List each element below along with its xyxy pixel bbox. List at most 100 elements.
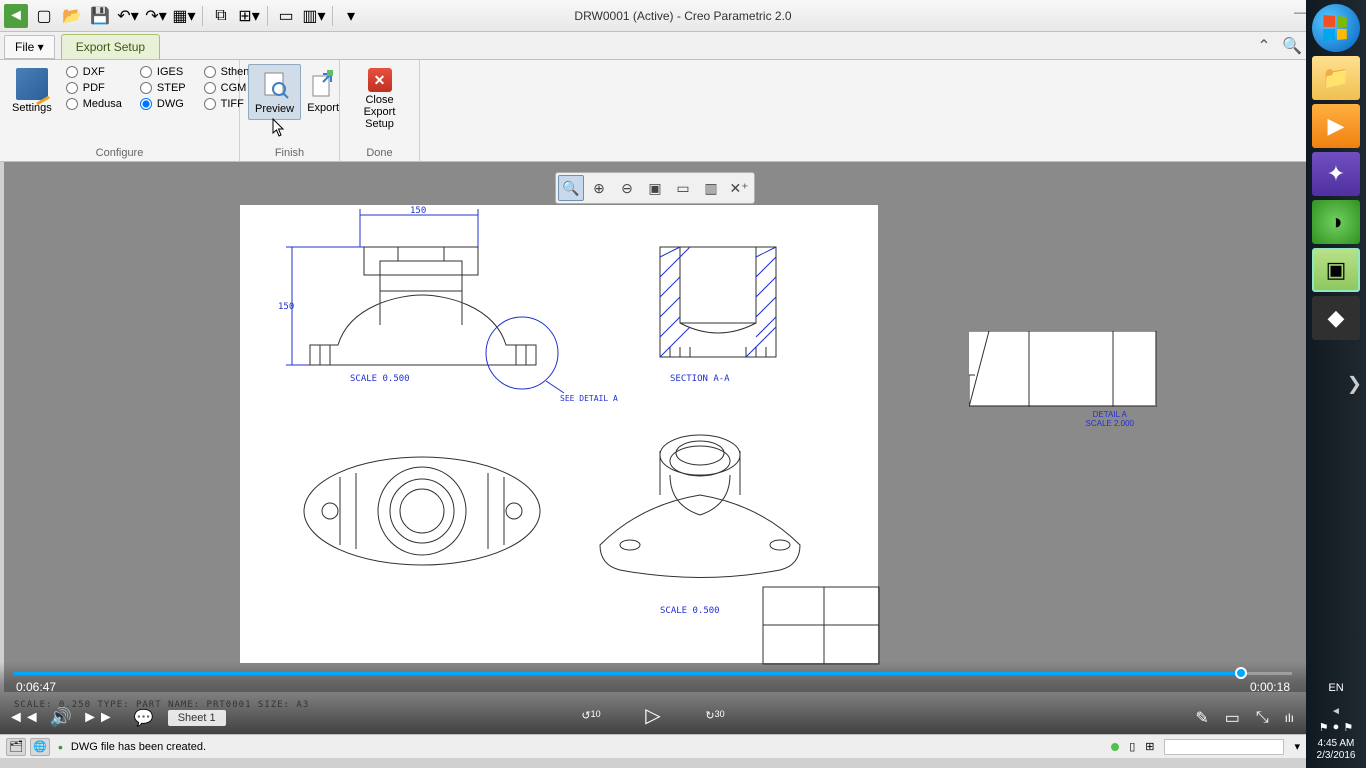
sheet-tab[interactable]: Sheet 1 bbox=[168, 710, 226, 726]
tool2-button[interactable]: ▥▾ bbox=[302, 4, 326, 28]
command-dropdown-icon[interactable]: ▾ bbox=[1294, 740, 1300, 753]
msg-right-icon1[interactable]: ▯ bbox=[1129, 740, 1135, 753]
open-button[interactable]: 📂 bbox=[60, 4, 84, 28]
tray-overflow-icon[interactable]: ◄ bbox=[1331, 706, 1341, 717]
skip-back-button[interactable]: ↺10 bbox=[578, 709, 604, 722]
search-icon[interactable]: 🔍 bbox=[1282, 36, 1302, 56]
video-scrubber-handle[interactable] bbox=[1235, 667, 1247, 679]
taskbar-media-player-icon[interactable]: ▶ bbox=[1312, 104, 1360, 148]
video-player-overlay: 0:06:47 0:00:18 ◄◄ 🔊 ►► 💬 Sheet 1 ↺10 ▷ … bbox=[0, 662, 1306, 734]
video-time-remaining: 0:00:18 bbox=[1250, 680, 1290, 694]
tab-export-setup[interactable]: Export Setup bbox=[61, 34, 160, 59]
export-icon bbox=[307, 68, 339, 100]
tray-action-icon[interactable]: ⚑ bbox=[1343, 721, 1353, 734]
taskbar-gallery-icon[interactable]: ▣ bbox=[1312, 248, 1360, 292]
radio-dxf[interactable]: DXF bbox=[66, 66, 122, 78]
toolbar-sep bbox=[332, 6, 333, 26]
toolbar-sep bbox=[202, 6, 203, 26]
customize-button[interactable]: ▾ bbox=[339, 4, 363, 28]
see-detail-a: SEE DETAIL A bbox=[560, 394, 618, 403]
radio-iges[interactable]: IGES bbox=[140, 66, 186, 78]
system-tray: EN ◄ ⚑ ● ⚑ 4:45 AM 2/3/2016 bbox=[1306, 682, 1366, 762]
taskbar-app-green-icon[interactable]: ◑ bbox=[1312, 200, 1360, 244]
refit-icon[interactable]: ▣ bbox=[642, 175, 668, 201]
export-format-options: DXF IGES Stheno PDF STEP CGM Medusa DWG … bbox=[66, 64, 256, 118]
dim-150-v: 150 bbox=[278, 302, 294, 312]
tray-network-icon[interactable]: ⚑ bbox=[1319, 721, 1329, 734]
radio-pdf[interactable]: PDF bbox=[66, 82, 122, 94]
taskbar-expand-icon[interactable]: ❯ bbox=[1347, 374, 1362, 395]
subtitle-icon[interactable]: 💬 bbox=[134, 708, 154, 728]
toolbar-sep bbox=[267, 6, 268, 26]
skip-forward-button[interactable]: ↻30 bbox=[702, 709, 728, 722]
export-button[interactable]: Export bbox=[301, 64, 345, 120]
video-center-controls: ↺10 ▷ ↻30 bbox=[578, 703, 728, 728]
drawing-svg: 150 150 SCALE 0.500 SEE DETAIL A bbox=[240, 205, 880, 665]
equalizer-icon[interactable]: ılı bbox=[1285, 711, 1294, 725]
tray-power-icon[interactable]: ● bbox=[1333, 721, 1340, 734]
app-title: DRW0001 (Active) - Creo Parametric 2.0 bbox=[574, 9, 791, 23]
file-menu[interactable]: File ▾ bbox=[4, 35, 55, 59]
settings-icon bbox=[16, 68, 48, 100]
forward-button[interactable]: ▢ bbox=[32, 4, 56, 28]
windows-button[interactable]: ⧉ bbox=[209, 4, 233, 28]
radio-step[interactable]: STEP bbox=[140, 82, 186, 94]
preview-icon bbox=[259, 69, 291, 101]
radio-medusa[interactable]: Medusa bbox=[66, 98, 122, 110]
close-icon: ✕ bbox=[368, 68, 392, 92]
scale-bottom: SCALE 0.500 bbox=[660, 606, 720, 616]
close-window-button[interactable]: ⊞▾ bbox=[237, 4, 261, 28]
preview-button[interactable]: Preview bbox=[248, 64, 301, 120]
msg-tree-icon[interactable]: 🗂 bbox=[6, 738, 26, 756]
zoom-out-icon[interactable]: ⊖ bbox=[614, 175, 640, 201]
scale-main: SCALE 0.500 bbox=[350, 374, 410, 384]
command-input[interactable] bbox=[1164, 739, 1284, 755]
radio-dwg[interactable]: DWG bbox=[140, 98, 186, 110]
sheet-icon[interactable]: ▭ bbox=[670, 175, 696, 201]
system-clock[interactable]: 4:45 AM 2/3/2016 bbox=[1317, 738, 1356, 762]
group-label-done: Done bbox=[340, 147, 419, 159]
ribbon-group-done: ✕ Close Export Setup Done bbox=[340, 60, 420, 161]
settings-button[interactable]: Settings bbox=[8, 64, 56, 118]
taskbar-explorer-icon[interactable]: 📁 bbox=[1312, 56, 1360, 100]
volume-icon[interactable]: 🔊 bbox=[50, 707, 72, 728]
detail-view bbox=[968, 330, 1156, 406]
zoom-in-icon[interactable]: ⊕ bbox=[586, 175, 612, 201]
tool1-button[interactable]: ▭ bbox=[274, 4, 298, 28]
start-button[interactable] bbox=[1312, 4, 1360, 52]
taskbar-app-dark-icon[interactable]: ◆ bbox=[1312, 296, 1360, 340]
menu-bar: File ▾ Export Setup ⌃ 🔍 ◉▾ ❔ bbox=[0, 32, 1366, 60]
zoom-fit-icon[interactable]: 🔍 bbox=[558, 175, 584, 201]
msg-globe-icon[interactable]: 🌐 bbox=[30, 738, 50, 756]
taskbar-app-purple-icon[interactable]: ✦ bbox=[1312, 152, 1360, 196]
video-time-elapsed: 0:06:47 bbox=[16, 680, 56, 694]
undo-button[interactable]: ↶▾ bbox=[116, 4, 140, 28]
group-label-configure: Configure bbox=[0, 147, 239, 159]
message-bar: 🗂 🌐 • DWG file has been created. ▯ ⊞ ▾ bbox=[0, 734, 1306, 758]
dim-150-h: 150 bbox=[410, 206, 426, 216]
group-label-finish: Finish bbox=[240, 147, 339, 159]
regen-button[interactable]: ▦▾ bbox=[172, 4, 196, 28]
fullscreen-exit-icon[interactable]: ⤡ bbox=[1256, 709, 1269, 727]
cast-icon[interactable]: ▭ bbox=[1225, 708, 1240, 728]
edit-icon[interactable]: ✎ bbox=[1195, 708, 1208, 728]
drawing-canvas[interactable]: 🔍 ⊕ ⊖ ▣ ▭ ▥ ✕⁺ 150 150 bbox=[4, 162, 1306, 692]
prev-track-icon[interactable]: ◄◄ bbox=[8, 709, 40, 727]
close-label: Close Export Setup bbox=[354, 94, 405, 130]
windows-logo-icon bbox=[1323, 15, 1346, 41]
collapse-ribbon-icon[interactable]: ⌃ bbox=[1254, 36, 1274, 56]
display-icon[interactable]: ▥ bbox=[698, 175, 724, 201]
msg-right-icon2[interactable]: ⊞ bbox=[1145, 740, 1154, 753]
ribbon: Settings DXF IGES Stheno PDF STEP CGM Me… bbox=[0, 60, 1366, 162]
video-progress-fill bbox=[14, 672, 1241, 675]
play-button[interactable]: ▷ bbox=[640, 703, 666, 728]
back-button[interactable]: ◄ bbox=[4, 4, 28, 28]
redo-button[interactable]: ↷▾ bbox=[144, 4, 168, 28]
ribbon-group-finish: Preview Export Finish bbox=[240, 60, 340, 161]
close-export-setup-button[interactable]: ✕ Close Export Setup bbox=[348, 64, 411, 134]
language-indicator[interactable]: EN bbox=[1328, 682, 1343, 694]
next-track-icon[interactable]: ►► bbox=[82, 709, 114, 727]
tools-icon[interactable]: ✕⁺ bbox=[726, 175, 752, 201]
save-button[interactable]: 💾 bbox=[88, 4, 112, 28]
video-progress-bar[interactable] bbox=[14, 672, 1292, 675]
